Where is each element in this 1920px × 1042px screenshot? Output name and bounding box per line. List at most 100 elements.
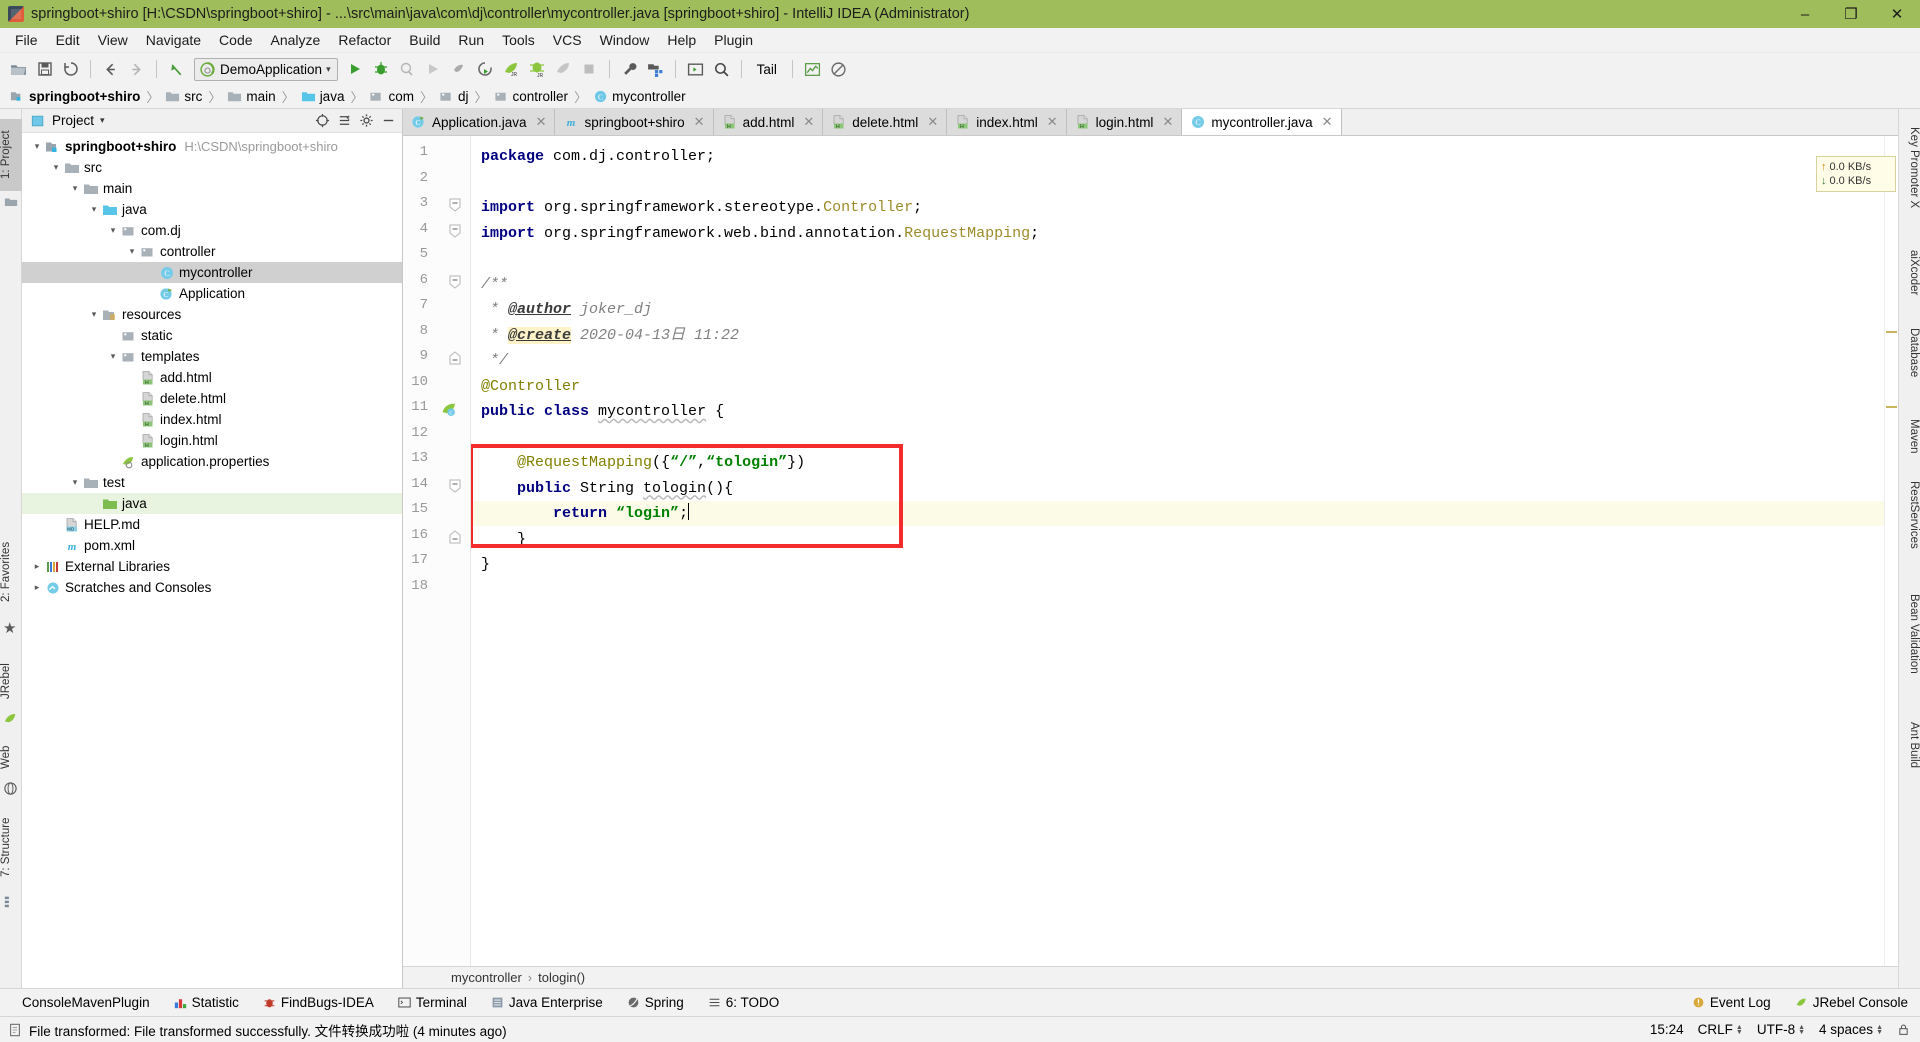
code-line-8[interactable]: * @create 2020-04-13日 11:22 <box>481 323 739 349</box>
tree-item-delete-html[interactable]: Hdelete.html <box>22 388 402 409</box>
run-icon[interactable] <box>343 57 368 82</box>
editor-tab-application-java[interactable]: C Application.java ✕ <box>403 109 556 135</box>
breadcrumb-item-java[interactable]: java <box>299 89 347 104</box>
bottom-item-event-log[interactable]: Event Log <box>1680 995 1783 1010</box>
tree-twisty-icon[interactable]: ▾ <box>125 245 139 259</box>
terminal-icon[interactable] <box>683 57 708 82</box>
tree-item-java[interactable]: ▾ java <box>22 199 402 220</box>
menu-run[interactable]: Run <box>449 30 493 50</box>
bottom-item-spring[interactable]: Spring <box>615 995 696 1010</box>
menu-view[interactable]: View <box>89 30 137 50</box>
breadcrumb-item-com[interactable]: com <box>367 89 416 104</box>
code-line-6[interactable]: /** <box>481 272 508 298</box>
breadcrumb-item-mycontroller[interactable]: C mycontroller <box>591 89 688 104</box>
tree-twisty-icon[interactable]: ▾ <box>87 308 101 322</box>
code-line-10[interactable]: @Controller <box>481 374 580 400</box>
menu-file[interactable]: File <box>6 30 47 50</box>
tree-item-help-md[interactable]: MD HELP.md <box>22 514 402 535</box>
editor-tab-index-html[interactable]: Hindex.html ✕ <box>947 109 1067 135</box>
tree-twisty-icon[interactable]: ▸ <box>30 560 44 574</box>
bottom-item-console-maven-plugin[interactable]: ConsoleMavenPlugin <box>10 995 162 1010</box>
hide-panel-icon[interactable] <box>380 113 396 129</box>
sidebar-item-bean-validation[interactable]: Bean Validation <box>1898 579 1920 689</box>
editor-code-content[interactable]: package com.dj.controller; import org.spr… <box>471 136 1884 966</box>
tree-item-external-libraries[interactable]: ▸ External Libraries <box>22 556 402 577</box>
tree-item-index-html[interactable]: Hindex.html <box>22 409 402 430</box>
menu-analyze[interactable]: Analyze <box>262 30 330 50</box>
code-line-4[interactable]: import org.springframework.web.bind.anno… <box>481 221 1039 247</box>
jrebel-gray-icon[interactable] <box>551 57 576 82</box>
run-with-coverage-icon[interactable] <box>395 57 420 82</box>
close-button[interactable]: ✕ <box>1874 0 1920 28</box>
tree-item-main[interactable]: ▾ main <box>22 178 402 199</box>
tree-twisty-icon[interactable]: ▾ <box>106 224 120 238</box>
open-folder-icon[interactable] <box>6 57 31 82</box>
tree-twisty-icon[interactable]: ▾ <box>68 182 82 196</box>
sync-icon[interactable] <box>58 57 83 82</box>
sidebar-item-project[interactable]: 1: Project <box>0 119 22 191</box>
close-icon[interactable]: ✕ <box>694 114 705 130</box>
tree-item-springboot-shiro[interactable]: ▾ springboot+shiro H:\CSDN\springboot+shir… <box>22 136 402 157</box>
editor-marker-strip[interactable] <box>1884 136 1898 966</box>
menu-window[interactable]: Window <box>591 30 659 50</box>
menu-tools[interactable]: Tools <box>493 30 544 50</box>
tree-item-src[interactable]: ▾ src <box>22 157 402 178</box>
sidebar-item-key-promoter[interactable]: Key Promoter X <box>1898 115 1920 220</box>
tree-item-controller[interactable]: ▾ controller <box>22 241 402 262</box>
jrebel-run-icon[interactable]: JR <box>499 57 524 82</box>
minimize-button[interactable]: – <box>1782 0 1828 28</box>
tree-twisty-icon[interactable]: ▾ <box>68 476 82 490</box>
sidebar-item-web[interactable]: Web <box>0 737 22 777</box>
code-line-3[interactable]: import org.springframework.stereotype.Co… <box>481 195 922 221</box>
revert-icon[interactable] <box>164 57 189 82</box>
sidebar-item-restservices[interactable]: RestServices <box>1898 471 1920 559</box>
fold-start-icon[interactable] <box>447 197 465 215</box>
lock-icon[interactable] <box>1897 1023 1910 1036</box>
fold-start-icon[interactable] <box>447 478 465 496</box>
close-icon[interactable]: ✕ <box>927 114 938 130</box>
tree-twisty-icon[interactable]: ▾ <box>87 203 101 217</box>
fold-end-icon[interactable] <box>447 529 465 547</box>
tail-button[interactable]: Tail <box>749 62 785 77</box>
tree-item-test[interactable]: ▾ test <box>22 472 402 493</box>
fold-start-icon[interactable] <box>447 274 465 292</box>
tree-twisty-icon[interactable]: ▾ <box>30 140 44 154</box>
save-all-icon[interactable] <box>32 57 57 82</box>
stop-icon[interactable] <box>577 57 602 82</box>
breadcrumb-item-module[interactable]: springboot+shiro <box>8 89 142 104</box>
editor-tab-add-html[interactable]: Hadd.html ✕ <box>713 109 824 135</box>
debug-icon[interactable] <box>369 57 394 82</box>
breadcrumb-item-dj[interactable]: dj <box>437 89 471 104</box>
code-editor[interactable]: 1 2 3 4 5 6 7 8 9 10 11 12 13 14 15 16 17 18 C package com… <box>403 136 1898 966</box>
settings-gear-icon[interactable] <box>358 113 374 129</box>
editor-breadcrumb-class[interactable]: mycontroller <box>451 970 522 985</box>
editor-tab-bar[interactable]: C Application.java ✕ m springboot+shiro ✕ Hadd… <box>403 109 1898 136</box>
menu-help[interactable]: Help <box>658 30 705 50</box>
code-line-15[interactable]: return “login”; <box>481 501 690 527</box>
tree-item-resources[interactable]: ▾ resources <box>22 304 402 325</box>
run-configuration-selector[interactable]: DemoApplication ▾ <box>194 57 338 81</box>
code-line-13[interactable]: @RequestMapping({“/”,“tologin”}) <box>481 450 805 476</box>
tree-item-pom-xml[interactable]: m pom.xml <box>22 535 402 556</box>
project-tree[interactable]: ▾ springboot+shiro H:\CSDN\springboot+shir… <box>22 133 402 988</box>
code-line-17[interactable]: } <box>481 552 490 578</box>
bottom-item-java-enterprise[interactable]: Java Enterprise <box>479 995 615 1010</box>
menu-code[interactable]: Code <box>210 30 261 50</box>
menu-plugin[interactable]: Plugin <box>705 30 762 50</box>
menu-refactor[interactable]: Refactor <box>329 30 400 50</box>
bottom-item-statistic[interactable]: Statistic <box>162 995 251 1010</box>
wrench-icon[interactable] <box>617 57 642 82</box>
tree-item-mycontroller[interactable]: Cmycontroller <box>22 262 402 283</box>
bottom-item-findbugs-idea[interactable]: FindBugs-IDEA <box>251 995 386 1010</box>
code-line-7[interactable]: * @author joker_dj <box>481 297 652 323</box>
close-icon[interactable]: ✕ <box>1322 114 1333 130</box>
tree-item-login-html[interactable]: Hlogin.html <box>22 430 402 451</box>
close-icon[interactable]: ✕ <box>803 114 814 130</box>
fold-end-icon[interactable] <box>447 350 465 368</box>
tree-item-com-dj[interactable]: ▾ com.dj <box>22 220 402 241</box>
sidebar-item-structure[interactable]: 7: Structure <box>0 804 22 890</box>
menu-edit[interactable]: Edit <box>47 30 89 50</box>
tree-item-application-properties[interactable]: application.properties <box>22 451 402 472</box>
restart-icon[interactable] <box>473 57 498 82</box>
rerun-icon[interactable] <box>421 57 446 82</box>
